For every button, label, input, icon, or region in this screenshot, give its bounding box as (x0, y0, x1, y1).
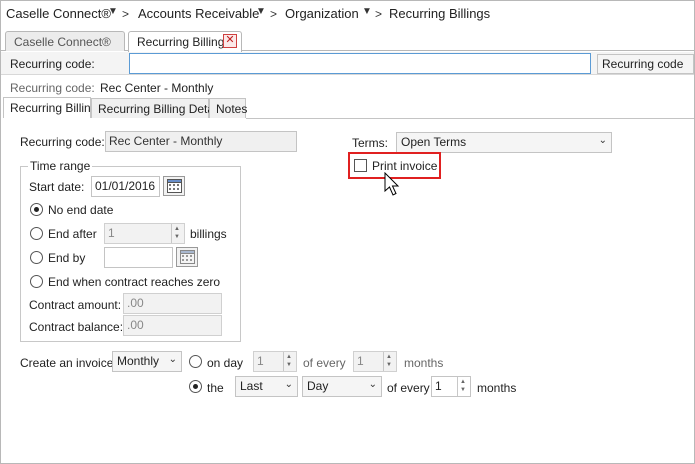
spin-down-icon: ▼ (460, 387, 466, 393)
spin-down-icon: ▼ (174, 234, 180, 240)
record-code-label: Recurring code: (10, 81, 95, 95)
chevron-down-icon: ⌄ (284, 379, 293, 390)
tab-caselle-connect[interactable]: Caselle Connect® (5, 31, 125, 51)
chevron-down-icon: ⌄ (168, 354, 177, 365)
mouse-cursor-icon (384, 172, 400, 196)
breadcrumb-dropdown-icon[interactable]: ▼ (362, 6, 372, 17)
contract-amount-field[interactable]: .00 (123, 293, 222, 314)
calendar-icon (180, 250, 195, 264)
the-label[interactable]: the (207, 381, 224, 395)
day-type-select[interactable]: Day ⌄ (302, 376, 382, 397)
day-type-value: Day (307, 379, 329, 393)
spin-up-icon: ▲ (386, 354, 392, 360)
invoice-frequency-value: Monthly (117, 354, 160, 368)
end-after-input[interactable]: 1 ▲ ▼ (104, 223, 185, 244)
ordinal-value: Last (240, 379, 263, 393)
spin-down-icon: ▼ (286, 362, 292, 368)
the-radio[interactable] (189, 380, 202, 393)
search-field-select[interactable]: Recurring code (597, 54, 694, 74)
print-invoice-checkbox[interactable] (354, 159, 367, 172)
no-end-date-radio[interactable] (30, 203, 43, 216)
search-input[interactable] (129, 53, 591, 74)
breadcrumb-separator-icon: > (122, 7, 130, 21)
months-label: months (404, 356, 444, 370)
breadcrumb-item-accounts-receivable[interactable]: Accounts Receivable (138, 6, 259, 21)
spin-up-icon: ▲ (286, 354, 292, 360)
breadcrumb-separator-icon: > (270, 7, 278, 21)
of-every-input-2[interactable]: 1 ▲ ▼ (431, 376, 471, 397)
end-by-input[interactable] (104, 247, 173, 268)
recurring-code-field[interactable]: Rec Center - Monthly (105, 131, 297, 152)
start-date-calendar-button[interactable] (163, 176, 185, 196)
no-end-date-label[interactable]: No end date (48, 203, 113, 217)
contract-balance-field[interactable]: .00 (123, 315, 222, 336)
subtab-divider (246, 118, 694, 119)
chevron-down-icon: ⌄ (368, 379, 377, 390)
start-date-label: Start date: (29, 180, 85, 194)
tab-recurring-billing[interactable]: Recurring Billing (3, 97, 97, 118)
breadcrumb-separator-icon: > (375, 7, 383, 21)
tab-recurring-billings-label: Recurring Billings (137, 35, 231, 49)
invoice-frequency-select[interactable]: Monthly ⌄ (112, 351, 182, 372)
spin-down-icon: ▼ (386, 362, 392, 368)
breadcrumb-dropdown-icon[interactable]: ▼ (108, 6, 118, 17)
contract-amount-label: Contract amount: (29, 298, 122, 312)
search-field-select-value: Recurring code (602, 57, 684, 71)
spin-up-icon: ▲ (460, 379, 466, 385)
on-day-value: 1 (257, 354, 264, 368)
breadcrumb-item-recurring-billings[interactable]: Recurring Billings (389, 6, 490, 21)
of-every-spinner-2[interactable]: ▲ ▼ (457, 377, 470, 396)
terms-select-value: Open Terms (401, 135, 467, 149)
search-label: Recurring code: (10, 57, 95, 71)
on-day-input[interactable]: 1 ▲ ▼ (253, 351, 297, 372)
close-tab-icon[interactable]: ✕ (223, 34, 237, 48)
of-every-label-2: of every (387, 381, 430, 395)
billings-label: billings (190, 227, 227, 241)
contract-balance-label: Contract balance: (29, 320, 124, 334)
end-by-label[interactable]: End by (48, 251, 85, 265)
ordinal-select[interactable]: Last ⌄ (235, 376, 298, 397)
end-after-value: 1 (108, 226, 115, 240)
terms-select[interactable]: Open Terms ⌄ (396, 132, 612, 153)
of-every-spinner[interactable]: ▲ ▼ (383, 352, 396, 371)
time-range-legend: Time range (28, 159, 93, 173)
of-every-input[interactable]: 1 ▲ ▼ (353, 351, 397, 372)
end-contract-radio[interactable] (30, 275, 43, 288)
end-contract-label[interactable]: End when contract reaches zero (48, 275, 220, 289)
record-code-value: Rec Center - Monthly (100, 81, 214, 95)
months-label-2: months (477, 381, 517, 395)
on-day-label[interactable]: on day (207, 356, 243, 370)
spin-up-icon: ▲ (174, 226, 180, 232)
print-invoice-label[interactable]: Print invoice (372, 159, 437, 173)
recurring-code-label: Recurring code: (20, 135, 105, 149)
end-after-label[interactable]: End after (48, 227, 97, 241)
breadcrumb-dropdown-icon[interactable]: ▼ (256, 6, 266, 17)
end-by-calendar-button[interactable] (176, 247, 198, 267)
tab-recurring-billing-detail[interactable]: Recurring Billing Detail (91, 98, 219, 118)
on-day-spinner[interactable]: ▲ ▼ (283, 352, 296, 371)
on-day-radio[interactable] (189, 355, 202, 368)
breadcrumb-item-organization[interactable]: Organization (285, 6, 359, 21)
of-every-label: of every (303, 356, 346, 370)
calendar-icon (167, 179, 182, 193)
end-by-radio[interactable] (30, 251, 43, 264)
end-after-spinner[interactable]: ▲ ▼ (171, 224, 184, 243)
chevron-down-icon: ⌄ (598, 135, 607, 146)
start-date-input[interactable]: 01/01/2016 (91, 176, 160, 197)
end-after-radio[interactable] (30, 227, 43, 240)
create-invoice-label: Create an invoice (20, 356, 114, 370)
breadcrumb-item-caselle-connect[interactable]: Caselle Connect® (6, 6, 111, 21)
of-every-value-2: 1 (435, 379, 442, 393)
of-every-value: 1 (357, 354, 364, 368)
tab-notes[interactable]: Notes (209, 98, 247, 118)
terms-label: Terms: (352, 136, 388, 150)
